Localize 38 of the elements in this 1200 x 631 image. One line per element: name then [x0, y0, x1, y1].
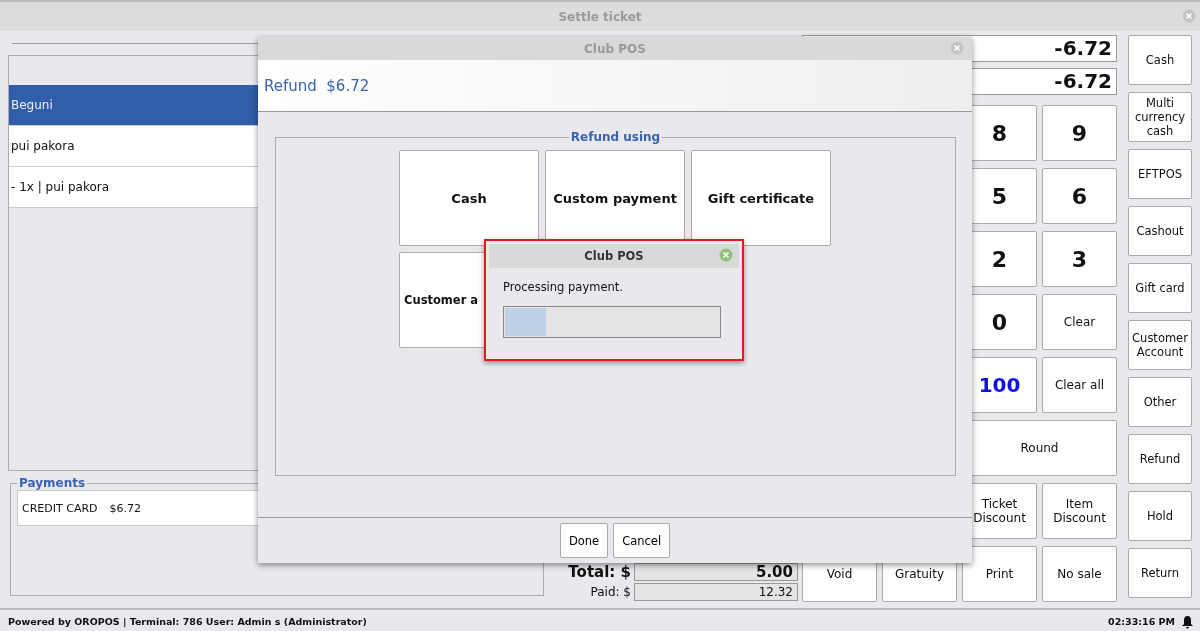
total-field: 5.00: [634, 563, 798, 581]
dialog-button[interactable]: Done: [559, 523, 609, 558]
clock: 02:33:16 PM: [1108, 616, 1175, 627]
close-icon[interactable]: [950, 41, 964, 55]
dialog-button[interactable]: Cancel: [613, 523, 671, 558]
keypad-key[interactable]: No sale: [1042, 546, 1117, 602]
refund-legend: Refund using: [568, 130, 663, 144]
keypad-key[interactable]: Print: [962, 546, 1037, 602]
close-icon[interactable]: [719, 248, 733, 262]
payment-method-button[interactable]: Hold: [1128, 491, 1192, 541]
payment-method-button[interactable]: Gift card: [1128, 263, 1192, 313]
refund-method-button[interactable]: Cash: [399, 150, 539, 246]
bell-icon[interactable]: [1181, 614, 1194, 629]
payments-legend: Payments: [17, 476, 88, 490]
total-label: Paid: $: [590, 583, 631, 601]
payment-method-button[interactable]: Cashout: [1128, 206, 1192, 256]
payment-method-button[interactable]: Cash: [1128, 35, 1192, 85]
close-icon[interactable]: [1182, 9, 1196, 23]
dialog-title: Club POS: [584, 249, 644, 263]
payment-method-button[interactable]: Refund: [1128, 434, 1192, 484]
keypad-key[interactable]: 3: [1042, 231, 1117, 287]
keypad-key[interactable]: Item Discount: [1042, 483, 1117, 539]
keypad-key[interactable]: 9: [1042, 105, 1117, 161]
refund-method-button[interactable]: Gift certificate: [691, 150, 831, 246]
payment-method-button[interactable]: EFTPOS: [1128, 149, 1192, 199]
status-text: Powered by OROPOS | Terminal: 786 User: Admin s (Administrator): [8, 616, 367, 627]
keypad-key[interactable]: Clear: [1042, 294, 1117, 350]
payment-method-button[interactable]: Customer Account: [1128, 320, 1192, 370]
dialog-title: Club POS: [584, 41, 646, 56]
window-title: Settle ticket: [558, 9, 642, 24]
total-field: 12.32: [634, 583, 798, 601]
payment-method-button[interactable]: Multi currency cash: [1128, 92, 1192, 142]
refund-heading: Refund $6.72: [264, 76, 370, 95]
keypad-key[interactable]: 6: [1042, 168, 1117, 224]
keypad-key[interactable]: Clear all: [1042, 357, 1117, 413]
payment-method-button[interactable]: Return: [1128, 548, 1192, 598]
payment-method-button[interactable]: Other: [1128, 377, 1192, 427]
total-label: Total: $: [568, 563, 631, 581]
